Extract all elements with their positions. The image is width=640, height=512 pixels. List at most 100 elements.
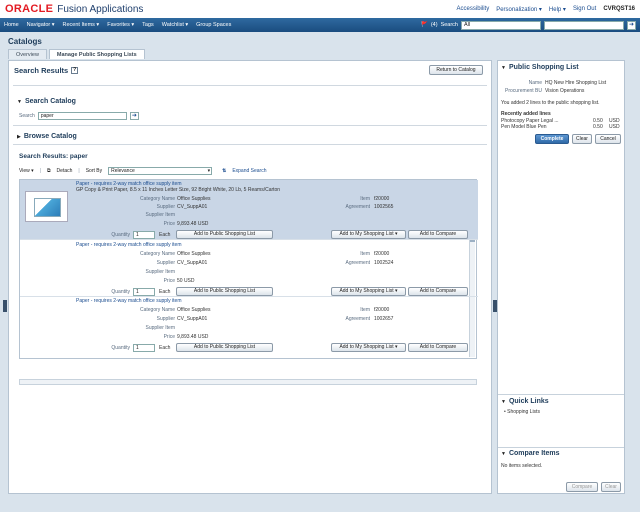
search-catalog-title: Search Catalog [24,98,76,105]
quick-links-header[interactable]: ▼ Quick Links [501,398,549,405]
divider [13,144,487,145]
result-row[interactable]: Paper - requires 2-way match office supp… [20,241,478,297]
sort-by-select[interactable]: Relevance ▾ [108,167,213,175]
product-image[interactable] [25,191,68,222]
add-to-my-list-button[interactable]: Add to My Shopping List ▾ [331,287,406,296]
quantity-label: Quantity [111,232,130,238]
cancel-button[interactable]: Cancel [595,134,621,144]
sign-out-link[interactable]: Sign Out [573,6,596,13]
nav-tags[interactable]: Tags [142,22,154,28]
detach-icon[interactable]: ⧉ [47,168,51,174]
user-name[interactable]: CVRQST16 [603,6,635,13]
page-tabs: Overview Manage Public Shopping Lists [8,49,145,59]
compare-items-header[interactable]: ▼ Compare Items [501,450,560,457]
add-to-my-list-button[interactable]: Add to My Shopping List ▾ [331,230,406,239]
collapse-left-handle[interactable] [3,300,7,312]
add-to-public-list-button[interactable]: Add to Public Shopping List [176,343,273,352]
quantity-input[interactable]: 1 [133,231,155,239]
expand-down-icon[interactable]: ▼ [17,99,22,105]
name-label: Name [528,80,542,86]
search-catalog-header[interactable]: ▼ Search Catalog [17,98,76,105]
notification-icon[interactable]: 🚩 [421,22,428,28]
results-header: Search Results ? [14,66,79,75]
sort-toggle-icon[interactable]: ⇅ [222,168,226,174]
tab-overview[interactable]: Overview [8,49,47,59]
result-row[interactable]: Paper - requires 2-way match office supp… [20,180,478,240]
catalog-search-go-icon[interactable]: ➜ [129,112,139,120]
supplier-value[interactable]: CV_SuppA01 [177,260,207,266]
supplier-value[interactable]: CV_SuppA01 [177,204,207,210]
supplier-value[interactable]: CV_SuppA01 [177,316,207,322]
supplier-item-label: Supplier Item [145,269,175,275]
clear-button[interactable]: Clear [572,134,592,144]
confirmation-message: You added 2 lines to the public shopping… [501,100,600,106]
procurement-bu-label: Procurement BU [505,88,542,94]
search-row: Search paper ➜ [19,112,139,120]
recent-lines-title: Recently added lines [501,111,551,117]
item-title[interactable]: Paper - requires 2-way match office supp… [76,298,182,304]
price-value: 9,893.48 USD [177,334,209,340]
catalog-search-input[interactable]: paper [37,112,127,120]
public-shopping-list-panel: ▼ Public Shopping List Name HQ New Hire … [497,60,625,494]
item-label: Item [360,196,370,202]
personalization-menu[interactable]: Personalization ▾ [496,6,542,13]
nav-watchlist[interactable]: Watchlist ▾ [162,22,188,28]
name-value: HQ New Hire Shopping List [545,80,607,86]
supplier-item-label: Supplier Item [145,325,175,331]
quantity-input[interactable]: 1 [133,288,155,296]
expand-down-icon[interactable]: ▼ [501,451,506,457]
agreement-label: Agreement [345,316,370,322]
add-to-my-list-button[interactable]: Add to My Shopping List ▾ [331,343,406,352]
nav-navigator[interactable]: Navigator ▾ [27,22,55,28]
quantity-label: Quantity [111,289,130,295]
nav-recent-items[interactable]: Recent Items ▾ [63,22,100,28]
quantity-input[interactable]: 1 [133,344,155,352]
item-title[interactable]: Paper - requires 2-way match office supp… [76,242,182,248]
add-to-public-list-button[interactable]: Add to Public Shopping List [176,230,273,239]
add-to-public-list-button[interactable]: Add to Public Shopping List [176,287,273,296]
agreement-value: 1002524 [374,260,394,266]
accessibility-link[interactable]: Accessibility [457,6,490,13]
add-to-compare-button[interactable]: Add to Compare [408,230,468,239]
browse-catalog-header[interactable]: ▶ Browse Catalog [17,133,77,140]
psl-header[interactable]: ▼ Public Shopping List [501,64,579,71]
expand-down-icon[interactable]: ▼ [501,65,506,71]
results-title: Search Results [14,66,69,75]
nav-favorites[interactable]: Favorites ▾ [107,22,134,28]
navigation-bar: Home Navigator ▾ Recent Items ▾ Favorite… [0,18,640,32]
quick-links-title: Quick Links [508,398,549,405]
supplier-label: Supplier [156,204,175,210]
add-to-compare-button[interactable]: Add to Compare [408,343,468,352]
divider [13,85,487,86]
results-for-title: Search Results: paper [19,153,88,160]
search-label: Search [19,113,35,119]
result-row[interactable]: Paper - requires 2-way match office supp… [20,297,478,353]
item-value: f20000 [374,307,390,313]
agreement-value: 1002565 [374,204,394,210]
workarea: Catalogs Overview Manage Public Shopping… [0,32,640,512]
expand-right-icon[interactable]: ▶ [17,134,21,140]
tab-manage-public-shopping-lists[interactable]: Manage Public Shopping Lists [48,49,145,59]
detach-link[interactable]: Detach [57,168,73,174]
search-go-icon[interactable]: ➜ [627,20,636,30]
horizontal-scrollbar[interactable] [19,379,477,385]
add-to-compare-button[interactable]: Add to Compare [408,287,468,296]
quick-link-shopping-lists[interactable]: • Shopping Lists [504,409,540,415]
help-menu[interactable]: Help ▾ [549,6,566,13]
price-label: Price [163,334,175,340]
help-icon[interactable]: ? [71,67,79,74]
complete-button[interactable]: Complete [535,134,569,144]
compare-clear-button[interactable]: Clear [601,482,621,492]
nav-home[interactable]: Home [4,22,19,28]
nav-group-spaces[interactable]: Group Spaces [196,22,231,28]
nav-search-area: 🚩 (4) Search All ➜ [421,20,636,30]
global-search-input[interactable] [544,20,624,30]
expand-search-link[interactable]: Expand Search [232,168,266,174]
return-to-catalog-button[interactable]: Return to Catalog [429,65,483,75]
notification-count[interactable]: (4) [431,22,438,28]
expand-down-icon[interactable]: ▼ [501,399,506,405]
compare-button[interactable]: Compare [566,482,598,492]
view-menu[interactable]: View ▾ [19,168,34,174]
chevron-down-icon: ▾ [207,168,211,174]
search-scope-select[interactable]: All [461,20,541,30]
